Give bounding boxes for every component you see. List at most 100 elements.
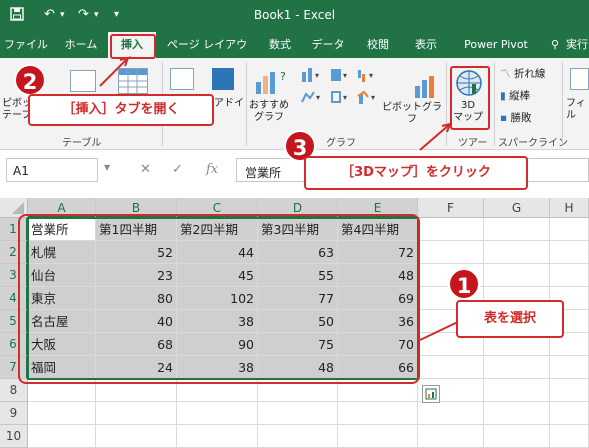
step2-callout: ［挿入］タブを開く xyxy=(28,94,214,126)
sparkline-winloss-button[interactable]: ▪ 勝敗 xyxy=(500,110,531,125)
enter-icon[interactable]: ✓ xyxy=(172,162,183,177)
cell-c10[interactable] xyxy=(177,425,258,448)
line-chart-icon[interactable]: ▾ xyxy=(300,88,326,109)
cancel-icon[interactable]: ✕ xyxy=(140,162,151,177)
cell-c9[interactable] xyxy=(177,402,258,425)
shapes-icon[interactable] xyxy=(170,68,194,90)
tables-group-label: テーブル xyxy=(62,138,102,149)
tab-data[interactable]: データ xyxy=(308,32,348,58)
cell-g2[interactable] xyxy=(484,241,550,264)
row-header-9[interactable]: 9 xyxy=(0,402,28,425)
svg-text:▾: ▾ xyxy=(315,71,319,80)
cell-h8[interactable] xyxy=(550,379,589,402)
sparkline-winloss-label: 勝敗 xyxy=(510,112,532,124)
row-header-10[interactable]: 10 xyxy=(0,425,28,448)
cell-b9[interactable] xyxy=(96,402,177,425)
cell-h3[interactable] xyxy=(550,264,589,287)
tab-power-pivot[interactable]: Power Pivot xyxy=(456,32,536,58)
column-header-g[interactable]: G xyxy=(484,198,550,218)
recommended-charts-button[interactable]: おすすめ グラフ xyxy=(246,100,292,124)
cell-e10[interactable] xyxy=(338,425,418,448)
tab-review[interactable]: 校閲 xyxy=(360,32,396,58)
cell-f1[interactable] xyxy=(418,218,484,241)
map3d-highlight xyxy=(450,66,490,130)
table-icon[interactable] xyxy=(118,68,148,94)
cell-d9[interactable] xyxy=(258,402,338,425)
cell-h7[interactable] xyxy=(550,356,589,379)
svg-text:▾: ▾ xyxy=(316,93,320,102)
cell-h2[interactable] xyxy=(550,241,589,264)
fx-icon[interactable]: fx xyxy=(206,162,218,177)
quick-analysis-icon[interactable] xyxy=(422,385,440,403)
waterfall-chart-icon[interactable]: ▾ xyxy=(356,66,382,87)
cell-f9[interactable] xyxy=(418,402,484,425)
cell-a9[interactable] xyxy=(28,402,96,425)
step3-callout: ［3Dマップ］をクリック xyxy=(304,156,528,190)
recommended-pivot-icon[interactable] xyxy=(70,70,96,92)
table-highlight xyxy=(18,214,420,384)
ribbon-separator xyxy=(494,62,495,146)
cell-g3[interactable] xyxy=(484,264,550,287)
winloss-sparkline-icon: ▪ xyxy=(500,112,508,124)
namebox-dropdown-icon[interactable]: ▾ xyxy=(104,160,110,174)
cell-g9[interactable] xyxy=(484,402,550,425)
search-icon[interactable]: ⚲ xyxy=(548,32,562,58)
cell-g10[interactable] xyxy=(484,425,550,448)
cell-d10[interactable] xyxy=(258,425,338,448)
step1-callout: 表を選択 xyxy=(456,300,564,338)
sparkline-column-label: 縦棒 xyxy=(509,90,531,102)
cell-e9[interactable] xyxy=(338,402,418,425)
tab-tell-me[interactable]: 実行 xyxy=(566,32,589,58)
column-chart-icon[interactable]: ▾ xyxy=(300,66,326,87)
cell-h10[interactable] xyxy=(550,425,589,448)
ribbon-tabs: ファイル ホーム 挿入 ページ レイアウト 数式 データ 校閲 表示 Power… xyxy=(0,32,589,77)
step1-badge: 1 xyxy=(448,268,480,300)
window-title: Book1 - Excel xyxy=(253,8,336,22)
cell-h1[interactable] xyxy=(550,218,589,241)
cell-b10[interactable] xyxy=(96,425,177,448)
tab-page-layout[interactable]: ページ レイアウト xyxy=(164,32,250,77)
column-header-f[interactable]: F xyxy=(418,198,484,218)
tab-file[interactable]: ファイル xyxy=(4,32,48,58)
recommended-charts-icon[interactable]: ? xyxy=(254,68,288,99)
name-box[interactable]: A1 xyxy=(6,158,98,182)
store-icon[interactable] xyxy=(212,68,234,90)
filter-icon[interactable] xyxy=(570,68,589,90)
sparklines-group-label: スパークライン xyxy=(498,138,568,149)
insert-tab-highlight xyxy=(110,34,156,59)
cell-f2[interactable] xyxy=(418,241,484,264)
recommended-charts-label-1: おすすめ xyxy=(249,100,289,111)
pivot-chart-icon[interactable] xyxy=(412,74,440,103)
column-sparkline-icon: ▮ xyxy=(500,90,506,102)
filter-label[interactable]: フィル xyxy=(566,98,589,122)
cell-g8[interactable] xyxy=(484,379,550,402)
combo-chart-icon[interactable]: ▾ xyxy=(356,88,382,109)
cell-f10[interactable] xyxy=(418,425,484,448)
recommended-charts-label-2: グラフ xyxy=(254,112,284,123)
cell-f7[interactable] xyxy=(418,356,484,379)
step2-badge: 2 xyxy=(14,64,46,96)
cell-g7[interactable] xyxy=(484,356,550,379)
svg-text:▾: ▾ xyxy=(343,93,347,102)
svg-text:▾: ▾ xyxy=(369,71,373,80)
addins-label[interactable]: アドイ xyxy=(214,98,244,110)
line-sparkline-icon: 〽 xyxy=(500,68,511,80)
sparkline-line-label: 折れ線 xyxy=(513,68,546,80)
svg-text:?: ? xyxy=(280,70,286,83)
stat-chart-icon[interactable]: ▾ xyxy=(330,88,354,109)
cell-g1[interactable] xyxy=(484,218,550,241)
tab-formulas[interactable]: 数式 xyxy=(262,32,298,58)
sparkline-line-button[interactable]: 〽 折れ線 xyxy=(500,66,545,81)
column-header-h[interactable]: H xyxy=(550,198,589,218)
title-bar: ↶ ▾ ↷ ▾ ▾ Book1 - Excel xyxy=(0,0,589,32)
cell-a10[interactable] xyxy=(28,425,96,448)
svg-text:▾: ▾ xyxy=(371,93,375,102)
tab-view[interactable]: 表示 xyxy=(408,32,444,58)
tab-home[interactable]: ホーム xyxy=(58,32,104,58)
hierarchy-chart-icon[interactable]: ▾ xyxy=(330,66,354,87)
ribbon-separator xyxy=(562,62,563,146)
cell-h9[interactable] xyxy=(550,402,589,425)
pivot-chart-button[interactable]: ピボットグラフ xyxy=(382,102,442,126)
sparkline-column-button[interactable]: ▮ 縦棒 xyxy=(500,88,530,103)
charts-group-label: グラフ xyxy=(326,138,356,149)
